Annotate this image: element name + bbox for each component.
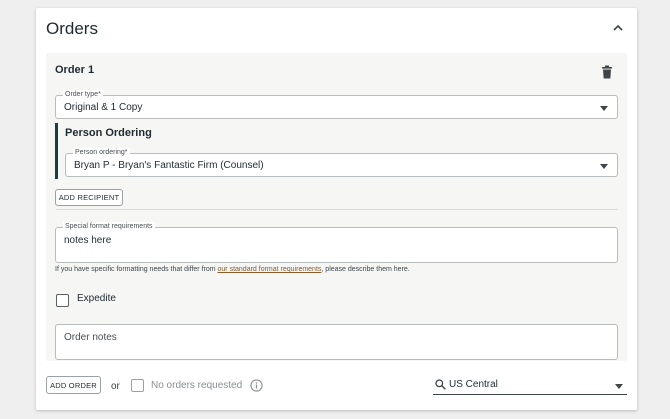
helper-text-after: , please describe them here. — [321, 266, 410, 273]
order-title: Order 1 — [55, 64, 95, 76]
person-ordering-title: Person Ordering — [65, 127, 152, 139]
special-format-value: notes here — [64, 235, 112, 246]
caret-down-icon — [600, 164, 608, 169]
order-type-select[interactable]: Order type* Original & 1 Copy — [55, 90, 618, 119]
order-notes-placeholder: Order notes — [64, 332, 117, 343]
orders-card: Orders Order 1 Order type* Original & 1 … — [36, 8, 637, 410]
order-type-value: Original & 1 Copy — [64, 102, 143, 113]
no-orders-checkbox[interactable] — [131, 379, 144, 392]
order-notes-textarea[interactable]: Order notes — [55, 324, 618, 360]
person-ordering-select[interactable]: Person ordering* Bryan P - Bryan's Fanta… — [65, 148, 618, 177]
card-title: Orders — [46, 19, 98, 38]
person-ordering-section: Person Ordering Person ordering* Bryan P… — [55, 123, 618, 179]
order-type-label: Order type* — [63, 90, 103, 99]
special-format-label: Special format requirements — [63, 222, 155, 231]
no-orders-label: No orders requested — [151, 380, 243, 391]
timezone-select[interactable]: US Central — [433, 376, 627, 395]
caret-down-icon — [600, 106, 608, 111]
trash-icon[interactable] — [600, 65, 614, 79]
person-ordering-label: Person ordering* — [73, 148, 130, 157]
add-order-button[interactable]: ADD ORDER — [46, 376, 101, 394]
standard-format-link[interactable]: our standard format requirements — [218, 266, 322, 273]
person-ordering-value: Bryan P - Bryan's Fantastic Firm (Counse… — [74, 160, 264, 171]
add-recipient-button[interactable]: ADD RECIPIENT — [55, 189, 123, 206]
divider — [56, 209, 618, 210]
or-text: or — [111, 381, 120, 392]
special-format-textarea[interactable]: Special format requirements notes here — [55, 222, 618, 263]
expedite-label: Expedite — [77, 293, 116, 304]
order-panel: Order 1 Order type* Original & 1 Copy Pe… — [46, 53, 627, 361]
info-icon[interactable] — [250, 379, 263, 392]
search-icon — [435, 379, 446, 390]
caret-down-icon — [615, 384, 623, 389]
format-helper-text: If you have specific formatting needs th… — [55, 266, 410, 273]
helper-text-before: If you have specific formatting needs th… — [55, 266, 218, 273]
timezone-value: US Central — [449, 379, 498, 390]
chevron-up-icon[interactable] — [611, 22, 625, 34]
expedite-checkbox[interactable] — [56, 294, 69, 307]
